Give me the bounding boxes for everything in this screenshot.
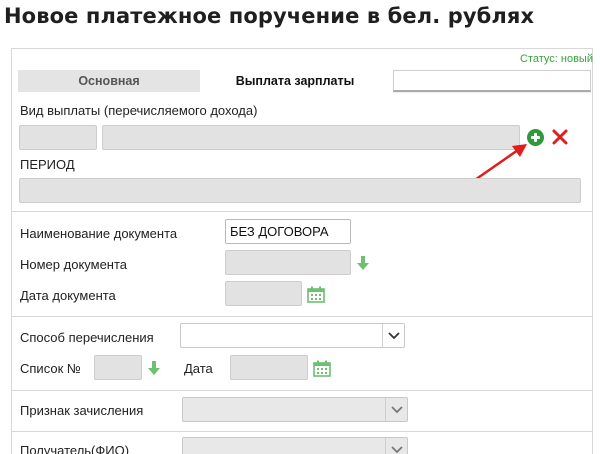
- transfer-method-label: Способ перечисления: [20, 330, 154, 345]
- arrow-down-icon[interactable]: [147, 360, 161, 376]
- recipient-label: Получатель(ФИО): [20, 443, 130, 454]
- page-title: Новое платежное поручение в бел. рублях: [4, 4, 535, 28]
- divider: [12, 211, 592, 212]
- document-date-label: Дата документа: [20, 288, 116, 303]
- divider: [12, 316, 592, 317]
- chevron-down-icon[interactable]: [385, 398, 407, 421]
- divider: [12, 431, 592, 432]
- document-number-label: Номер документа: [20, 257, 128, 272]
- tab-bar: Основная Выплата зарплаты: [18, 70, 591, 94]
- transfer-method-select[interactable]: [180, 323, 405, 348]
- recipient-select[interactable]: [182, 437, 408, 454]
- document-name-field[interactable]: БЕЗ ДОГОВОРА: [225, 219, 351, 244]
- list-number-field[interactable]: [94, 355, 142, 380]
- credit-flag-label: Признак зачисления: [20, 403, 144, 418]
- chevron-down-icon[interactable]: [385, 438, 407, 454]
- transfer-date-field[interactable]: [230, 355, 308, 380]
- transfer-date-label: Дата: [184, 361, 213, 376]
- document-number-field[interactable]: [225, 250, 351, 275]
- payment-type-label: Вид выплаты (перечисляемого дохода): [20, 103, 258, 118]
- payment-type-code-field[interactable]: [19, 125, 97, 150]
- credit-flag-select[interactable]: [182, 397, 408, 422]
- arrow-down-icon[interactable]: [356, 255, 370, 271]
- tab-empty[interactable]: [393, 70, 591, 92]
- status-label: Статус: новый: [520, 53, 593, 65]
- tab-basic[interactable]: Основная: [18, 70, 200, 92]
- calendar-icon[interactable]: [313, 360, 331, 377]
- document-date-field[interactable]: [225, 281, 302, 306]
- chevron-down-icon[interactable]: [382, 324, 404, 347]
- list-number-label: Список №: [20, 361, 81, 376]
- payment-type-name-field[interactable]: [102, 125, 520, 150]
- calendar-icon[interactable]: [307, 286, 325, 303]
- tab-salary-payment[interactable]: Выплата зарплаты: [200, 70, 390, 92]
- divider: [12, 390, 592, 391]
- period-label: ПЕРИОД: [20, 157, 75, 172]
- delete-icon[interactable]: [551, 128, 569, 146]
- period-field[interactable]: [19, 178, 581, 203]
- document-name-label: Наименование документа: [20, 226, 178, 241]
